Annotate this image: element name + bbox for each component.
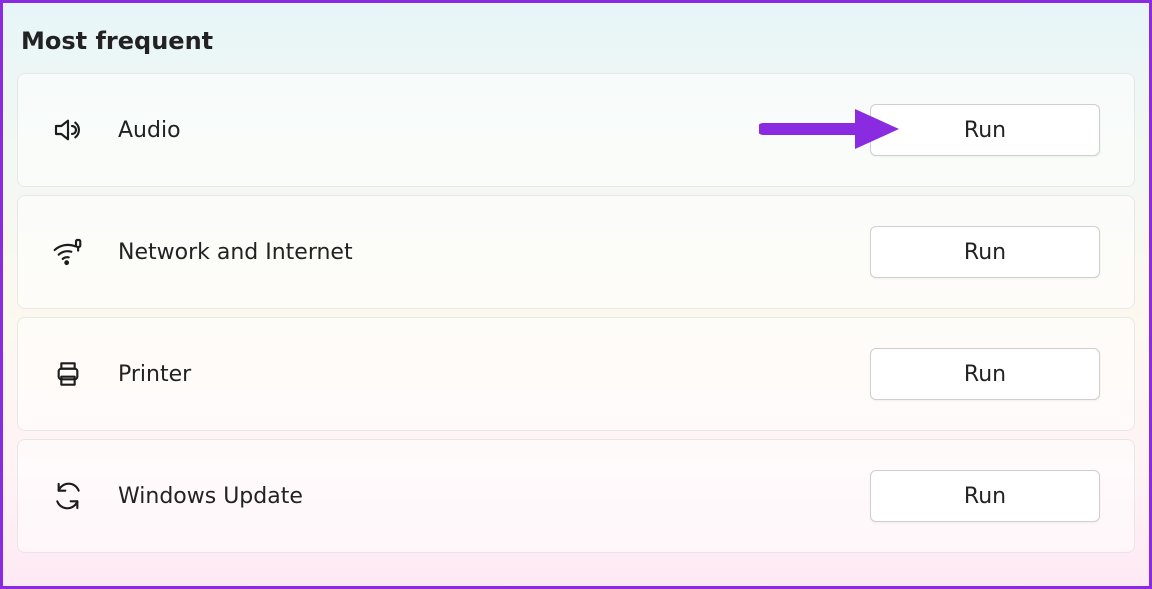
section-title: Most frequent	[21, 27, 1135, 55]
troubleshoot-row-label: Windows Update	[118, 484, 870, 509]
troubleshoot-row-label: Audio	[118, 118, 870, 143]
troubleshoot-row-label: Printer	[118, 362, 870, 387]
troubleshoot-row-printer[interactable]: Printer Run	[17, 317, 1135, 431]
troubleshoot-row-audio[interactable]: Audio Run	[17, 73, 1135, 187]
run-button-audio[interactable]: Run	[870, 104, 1100, 156]
printer-icon	[52, 358, 84, 390]
troubleshoot-section: Most frequent Audio Run Network and Inte…	[3, 3, 1149, 575]
run-button-printer[interactable]: Run	[870, 348, 1100, 400]
sync-icon	[52, 480, 84, 512]
run-button-network[interactable]: Run	[870, 226, 1100, 278]
troubleshoot-row-windows-update[interactable]: Windows Update Run	[17, 439, 1135, 553]
troubleshoot-row-network[interactable]: Network and Internet Run	[17, 195, 1135, 309]
wifi-icon	[52, 236, 84, 268]
speaker-icon	[52, 114, 84, 146]
run-button-windows-update[interactable]: Run	[870, 470, 1100, 522]
troubleshoot-row-label: Network and Internet	[118, 240, 870, 265]
